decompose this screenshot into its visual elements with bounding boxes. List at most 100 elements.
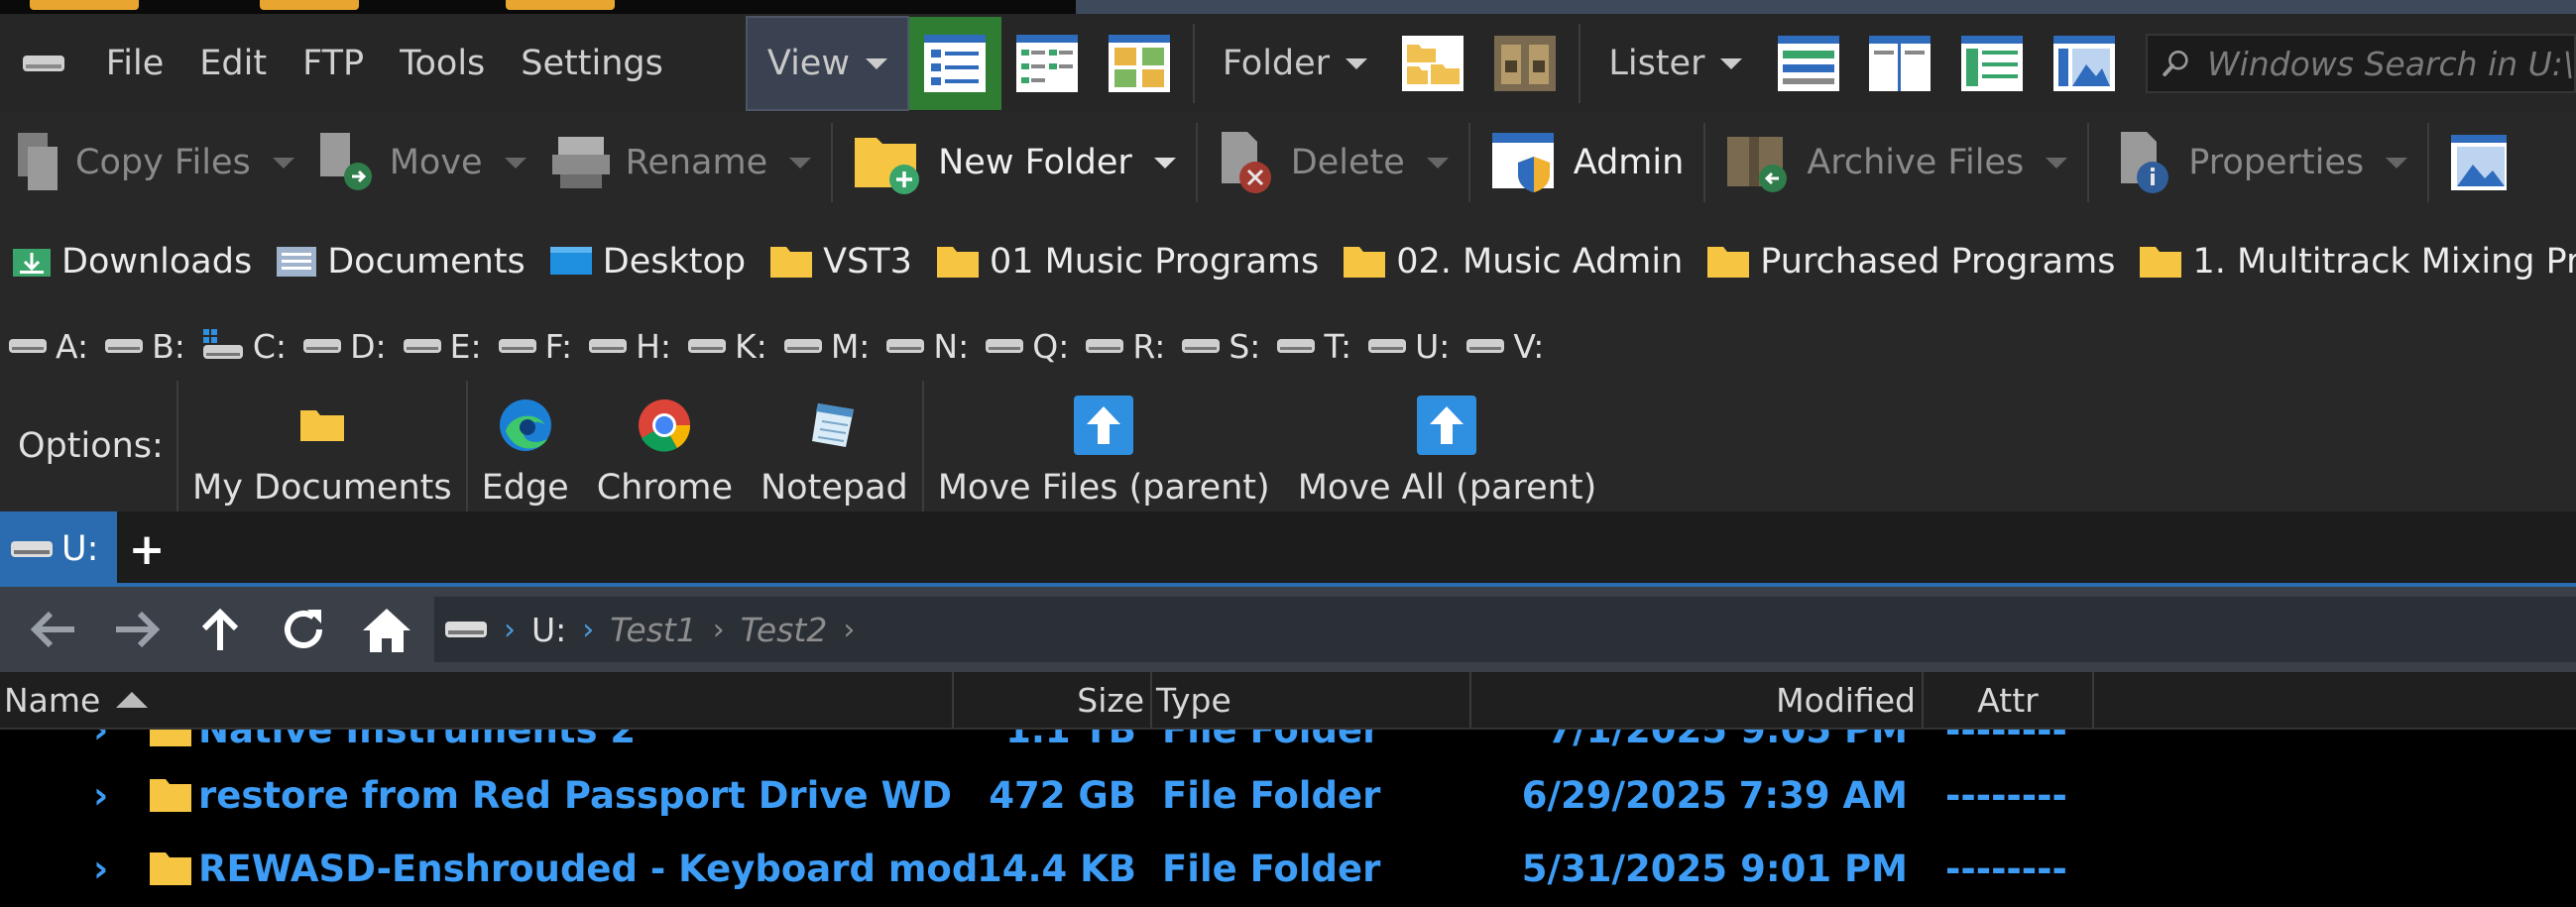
favorite-documents[interactable]: Documents — [264, 242, 537, 282]
folder-options-button[interactable] — [1387, 17, 1479, 110]
chevron-down-icon[interactable] — [1426, 157, 1449, 169]
documents-icon — [277, 247, 317, 277]
drive-s[interactable]: S: — [1181, 327, 1260, 366]
thumbnail-view-button[interactable] — [1093, 17, 1185, 110]
column-modified[interactable]: Modified — [1471, 672, 1924, 728]
menu-tools[interactable]: Tools — [382, 44, 503, 83]
home-icon — [363, 609, 410, 652]
chevron-down-icon[interactable] — [504, 157, 527, 169]
notepad-button[interactable]: Notepad — [747, 381, 922, 511]
list-view-button[interactable] — [1001, 17, 1094, 110]
favorite-music-admin[interactable]: 02. Music Admin — [1331, 242, 1695, 282]
file-row[interactable]: › REWASD-Enshrouded - Keyboard mod 14.4 … — [0, 832, 2576, 905]
folder-dropdown[interactable]: Folder — [1203, 16, 1387, 111]
column-name[interactable]: Name — [0, 672, 954, 728]
drive-f[interactable]: F: — [498, 327, 572, 366]
view-dropdown[interactable]: View — [745, 16, 909, 111]
parent-folder-button[interactable] — [178, 587, 262, 672]
breadcrumb-chevron[interactable]: › — [843, 613, 855, 647]
my-documents-button[interactable]: My Documents — [178, 381, 466, 511]
move-button[interactable]: Move — [306, 113, 538, 212]
lister-layout-4-button[interactable] — [2038, 17, 2130, 110]
drive-b[interactable]: B: — [104, 327, 185, 366]
favorites-bar: Downloads Documents Desktop VST3 01 Musi… — [0, 212, 2576, 311]
image-viewer-button[interactable] — [2437, 113, 2520, 212]
rename-button[interactable]: Rename — [538, 113, 824, 212]
chevron-down-icon[interactable] — [272, 157, 294, 169]
new-folder-button[interactable]: New Folder — [841, 113, 1188, 212]
lister-dropdown[interactable]: Lister — [1588, 16, 1762, 111]
chevron-down-icon[interactable] — [2046, 157, 2068, 169]
locked-folders-icon — [1494, 36, 1557, 91]
chevron-down-icon[interactable] — [2386, 157, 2408, 169]
menu-settings[interactable]: Settings — [503, 44, 681, 83]
drive-menu-icon[interactable] — [0, 53, 88, 74]
menu-edit[interactable]: Edit — [181, 44, 285, 83]
edge-button[interactable]: Edge — [468, 381, 583, 511]
breadcrumb[interactable]: › U: › Test1 › Test2 › — [434, 597, 2576, 662]
drive-c[interactable]: C: — [201, 327, 287, 366]
drive-a[interactable]: A: — [8, 327, 88, 366]
lister-layout-1-button[interactable] — [1762, 17, 1854, 110]
tab-u-drive[interactable]: U: — [0, 511, 117, 587]
column-size-label: Size — [1077, 680, 1144, 720]
chevron-down-icon[interactable] — [1153, 157, 1176, 169]
favorite-music-programs[interactable]: 01 Music Programs — [924, 242, 1331, 282]
breadcrumb-item[interactable]: Test1 — [610, 611, 697, 649]
drive-u[interactable]: U: — [1367, 327, 1450, 366]
favorite-desktop[interactable]: Desktop — [537, 242, 758, 282]
add-tab-button[interactable]: + — [117, 511, 176, 587]
folder-lock-button[interactable] — [1479, 17, 1572, 110]
column-attr[interactable]: Attr — [1924, 672, 2094, 728]
drive-r[interactable]: R: — [1085, 327, 1165, 366]
favorite-vst3[interactable]: VST3 — [758, 242, 924, 282]
column-size[interactable]: Size — [954, 672, 1152, 728]
drive-e[interactable]: E: — [403, 327, 482, 366]
archive-files-button[interactable]: Archive Files — [1713, 113, 2079, 212]
lister-layout-3-button[interactable] — [1946, 17, 2039, 110]
favorite-multitrack-mixing[interactable]: 1. Multitrack Mixing Practice — [2127, 242, 2576, 282]
delete-button[interactable]: Delete — [1206, 113, 1461, 212]
folder-icon — [150, 852, 191, 885]
expand-chevron-icon[interactable]: › — [93, 758, 108, 832]
notepad-icon — [812, 403, 855, 447]
drive-d[interactable]: D: — [302, 327, 387, 366]
details-view-button[interactable] — [908, 17, 1001, 110]
drive-h[interactable]: H: — [588, 327, 671, 366]
file-attr: -------- — [1945, 847, 2067, 890]
breadcrumb-item[interactable]: Test2 — [741, 611, 828, 649]
search-input[interactable]: Windows Search in U:\ — [2146, 34, 2576, 93]
drive-m[interactable]: M: — [783, 327, 870, 366]
move-files-parent-button[interactable]: Move Files (parent) — [924, 381, 1284, 511]
menu-ftp[interactable]: FTP — [285, 44, 382, 83]
chevron-down-icon[interactable] — [789, 157, 812, 169]
forward-button[interactable] — [95, 587, 178, 672]
drive-label: R: — [1132, 326, 1166, 366]
favorite-purchased-programs[interactable]: Purchased Programs — [1695, 242, 2127, 282]
drive-q[interactable]: Q: — [985, 327, 1069, 366]
admin-button[interactable]: Admin — [1478, 113, 1697, 212]
home-button[interactable] — [345, 587, 428, 672]
drive-n[interactable]: N: — [885, 327, 969, 366]
drive-k[interactable]: K: — [687, 327, 767, 366]
favorite-downloads[interactable]: Downloads — [0, 242, 264, 282]
drive-v[interactable]: V: — [1465, 327, 1544, 366]
breadcrumb-chevron[interactable]: › — [582, 613, 594, 647]
lister-layout-2-button[interactable] — [1854, 17, 1946, 110]
breadcrumb-chevron[interactable]: › — [504, 613, 516, 647]
move-all-parent-button[interactable]: Move All (parent) — [1284, 381, 1611, 511]
copy-files-button[interactable]: Copy Files — [0, 113, 306, 212]
edge-label: Edge — [481, 468, 569, 508]
chrome-button[interactable]: Chrome — [583, 381, 747, 511]
menu-file[interactable]: File — [88, 44, 182, 83]
delete-label: Delete — [1290, 143, 1405, 182]
expand-chevron-icon[interactable]: › — [93, 832, 108, 905]
back-button[interactable] — [12, 587, 95, 672]
file-row[interactable]: › restore from Red Passport Drive WD 472… — [0, 758, 2576, 832]
breadcrumb-root[interactable]: U: — [531, 611, 566, 649]
column-type[interactable]: Type — [1152, 672, 1471, 728]
breadcrumb-chevron[interactable]: › — [713, 613, 725, 647]
properties-button[interactable]: Properties — [2097, 113, 2419, 212]
refresh-button[interactable] — [262, 587, 345, 672]
drive-t[interactable]: T: — [1276, 327, 1351, 366]
